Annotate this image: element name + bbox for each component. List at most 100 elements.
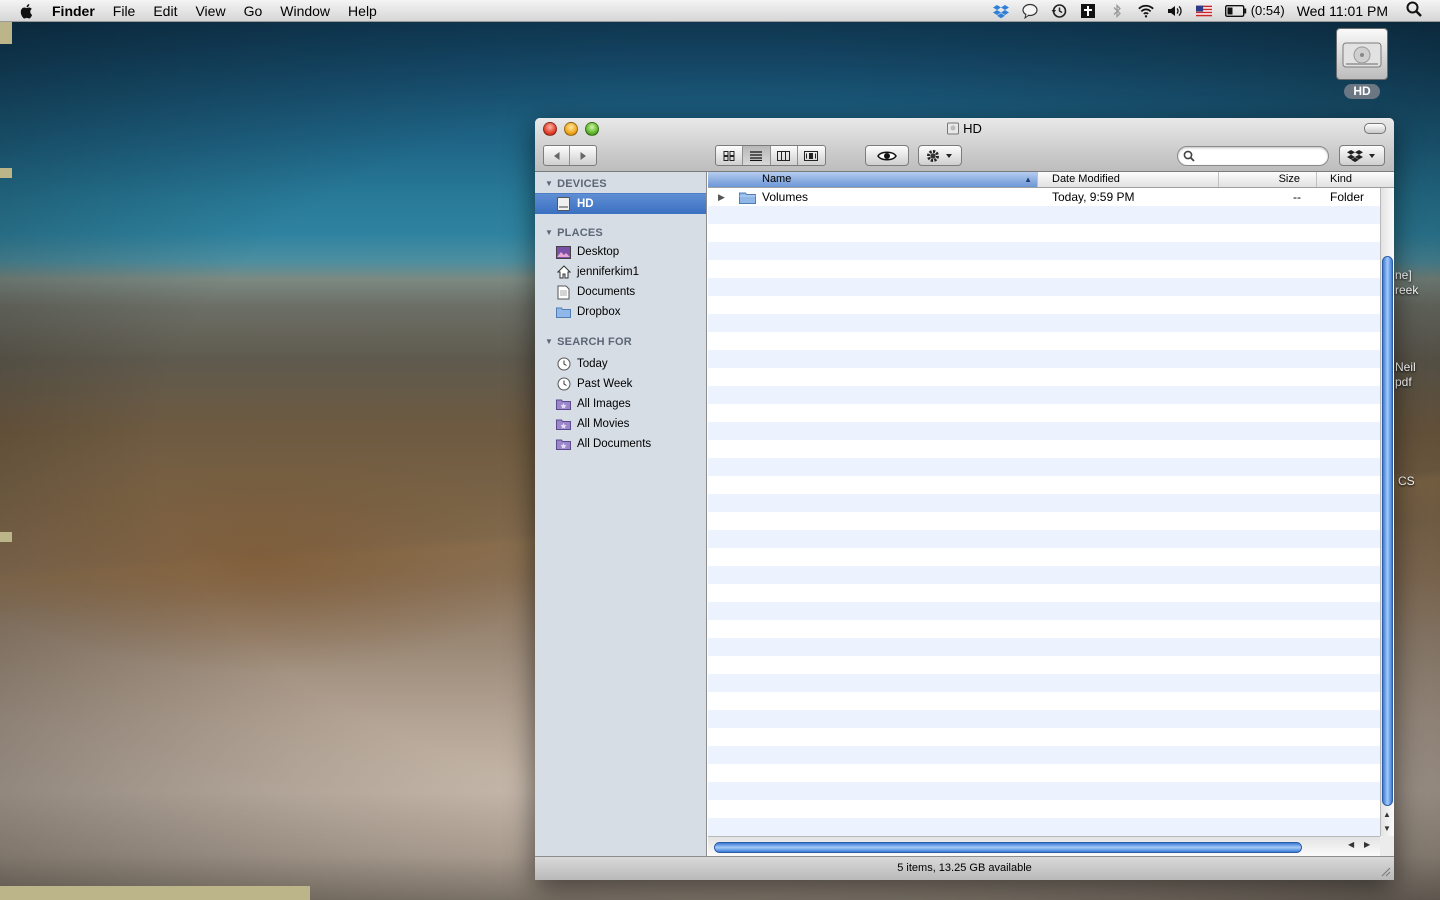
time-machine-icon[interactable]	[1051, 3, 1067, 19]
view-mode-control	[715, 145, 826, 166]
search-field[interactable]	[1177, 146, 1329, 166]
scroll-down-arrow-icon[interactable]: ▼	[1383, 824, 1391, 833]
sidebar-item-all-documents[interactable]: All Documents	[535, 434, 706, 454]
sidebar-item-label: HD	[577, 198, 594, 210]
menu-edit[interactable]: Edit	[153, 3, 177, 19]
sidebar-item-past-week[interactable]: Past Week	[535, 374, 706, 394]
desktop-file-label[interactable]: CS	[1398, 474, 1415, 489]
sidebar-item-label: Documents	[577, 286, 636, 298]
volume-icon[interactable]	[1167, 3, 1183, 19]
us-flag-icon[interactable]	[1195, 3, 1212, 19]
disclosure-triangle-icon[interactable]: ▶	[718, 188, 725, 206]
hard-disk-icon	[947, 122, 960, 135]
dropbox-icon[interactable]	[992, 3, 1009, 19]
icon-view-button[interactable]	[716, 146, 744, 165]
horizontal-scrollbar[interactable]: ◀ ▶	[708, 836, 1380, 856]
sidebar-header-places[interactable]: ▼ PLACES	[545, 227, 603, 239]
vertical-scrollbar[interactable]: ▲ ▼	[1380, 188, 1394, 836]
sidebar-item-label: Today	[577, 358, 608, 370]
menu-clock[interactable]: Wed 11:01 PM	[1297, 3, 1388, 19]
scroll-up-arrow-icon[interactable]: ▲	[1383, 810, 1391, 819]
desktop-file-label[interactable]: reek	[1395, 283, 1418, 298]
menu-file[interactable]: File	[113, 3, 136, 19]
menu-help[interactable]: Help	[348, 3, 377, 19]
apple-icon[interactable]	[18, 2, 36, 20]
battery-time[interactable]: (0:54)	[1251, 3, 1285, 18]
documents-icon	[556, 285, 571, 300]
sidebar-item-all-movies[interactable]: All Movies	[535, 414, 706, 434]
file-list: Name ▲ Date Modified Size Kind ▶ Volumes…	[708, 172, 1394, 856]
sidebar-header-search-for[interactable]: ▼ SEARCH FOR	[545, 336, 632, 348]
disclosure-triangle-icon[interactable]: ▼	[545, 337, 553, 346]
sidebar-item-today[interactable]: Today	[535, 354, 706, 374]
home-icon	[556, 265, 571, 280]
sidebar: ▼ DEVICES HD ▼ PLACES Desktop jenniferkim1…	[535, 172, 707, 856]
clock-icon	[556, 377, 571, 392]
battery-icon[interactable]	[1224, 3, 1247, 19]
title-bar[interactable]: HD	[535, 118, 1394, 172]
forward-button[interactable]	[570, 146, 596, 165]
list-view-button[interactable]	[743, 146, 771, 165]
status-text: 5 items, 13.25 GB available	[897, 862, 1032, 874]
sidebar-item-hd[interactable]: HD	[535, 193, 706, 214]
chat-icon[interactable]	[1022, 3, 1038, 19]
resize-grip-icon[interactable]	[1380, 866, 1391, 877]
sidebar-item-label: All Documents	[577, 438, 652, 450]
column-view-button[interactable]	[771, 146, 798, 165]
file-size: --	[1293, 190, 1301, 204]
vertical-scroll-thumb[interactable]	[1382, 256, 1393, 806]
desktop-edge-strip	[0, 886, 310, 900]
desktop-file-label[interactable]: pdf	[1395, 375, 1412, 390]
sidebar-item-desktop[interactable]: Desktop	[535, 242, 706, 262]
file-kind: Folder	[1330, 190, 1365, 204]
sidebar-item-all-images[interactable]: All Images	[535, 394, 706, 414]
sidebar-item-home[interactable]: jenniferkim1	[535, 262, 706, 282]
desktop-hd-icon[interactable]: HD	[1334, 28, 1390, 100]
desktop-edge-strip	[0, 532, 12, 542]
toolbar-toggle-button[interactable]	[1364, 123, 1386, 134]
column-header: Name ▲ Date Modified Size Kind	[708, 172, 1394, 188]
bluetooth-icon[interactable]	[1109, 3, 1125, 19]
action-menu-button[interactable]	[918, 145, 962, 166]
desktop-file-label[interactable]: ne]	[1395, 268, 1412, 283]
menu-app-name[interactable]: Finder	[52, 3, 95, 19]
desktop-file-label[interactable]: Neil	[1395, 360, 1416, 375]
scroll-left-arrow-icon[interactable]: ◀	[1348, 840, 1354, 849]
horizontal-scroll-thumb[interactable]	[714, 842, 1302, 853]
script-icon[interactable]	[1080, 3, 1096, 19]
column-header-size[interactable]: Size	[1219, 172, 1317, 187]
scroll-corner	[1380, 836, 1394, 856]
dropbox-toolbar-button[interactable]	[1339, 145, 1385, 166]
sidebar-item-documents[interactable]: Documents	[535, 282, 706, 302]
cover-flow-button[interactable]	[798, 146, 825, 165]
quick-look-button[interactable]	[865, 145, 909, 166]
back-button[interactable]	[544, 146, 571, 165]
hard-disk-icon	[556, 197, 571, 212]
sidebar-item-dropbox[interactable]: Dropbox	[535, 302, 706, 322]
window-title-text: HD	[963, 121, 982, 136]
sidebar-item-label: All Movies	[577, 418, 630, 430]
sidebar-item-label: Past Week	[577, 378, 633, 390]
status-bar: 5 items, 13.25 GB available	[535, 856, 1394, 880]
menu-window[interactable]: Window	[280, 3, 330, 19]
smart-folder-icon	[556, 397, 571, 412]
column-header-kind[interactable]: Kind	[1317, 172, 1394, 187]
smart-folder-icon	[556, 437, 571, 452]
hard-disk-icon	[1336, 28, 1388, 80]
wifi-icon[interactable]	[1137, 3, 1154, 19]
eye-icon	[877, 151, 897, 160]
menu-view[interactable]: View	[195, 3, 225, 19]
disclosure-triangle-icon[interactable]: ▼	[545, 179, 553, 188]
spotlight-icon[interactable]	[1406, 1, 1422, 20]
column-header-name[interactable]: Name ▲	[708, 172, 1038, 187]
sidebar-header-devices[interactable]: ▼ DEVICES	[545, 178, 607, 190]
scroll-right-arrow-icon[interactable]: ▶	[1364, 840, 1370, 849]
column-header-date-modified[interactable]: Date Modified	[1038, 172, 1219, 187]
disclosure-triangle-icon[interactable]: ▼	[545, 228, 553, 237]
table-row[interactable]: ▶ Volumes Today, 9:59 PM -- Folder	[708, 188, 1380, 206]
menu-go[interactable]: Go	[244, 3, 263, 19]
folder-icon	[556, 305, 571, 320]
search-input[interactable]	[1198, 149, 1322, 165]
back-forward-control	[543, 145, 597, 166]
gear-icon	[927, 149, 952, 162]
